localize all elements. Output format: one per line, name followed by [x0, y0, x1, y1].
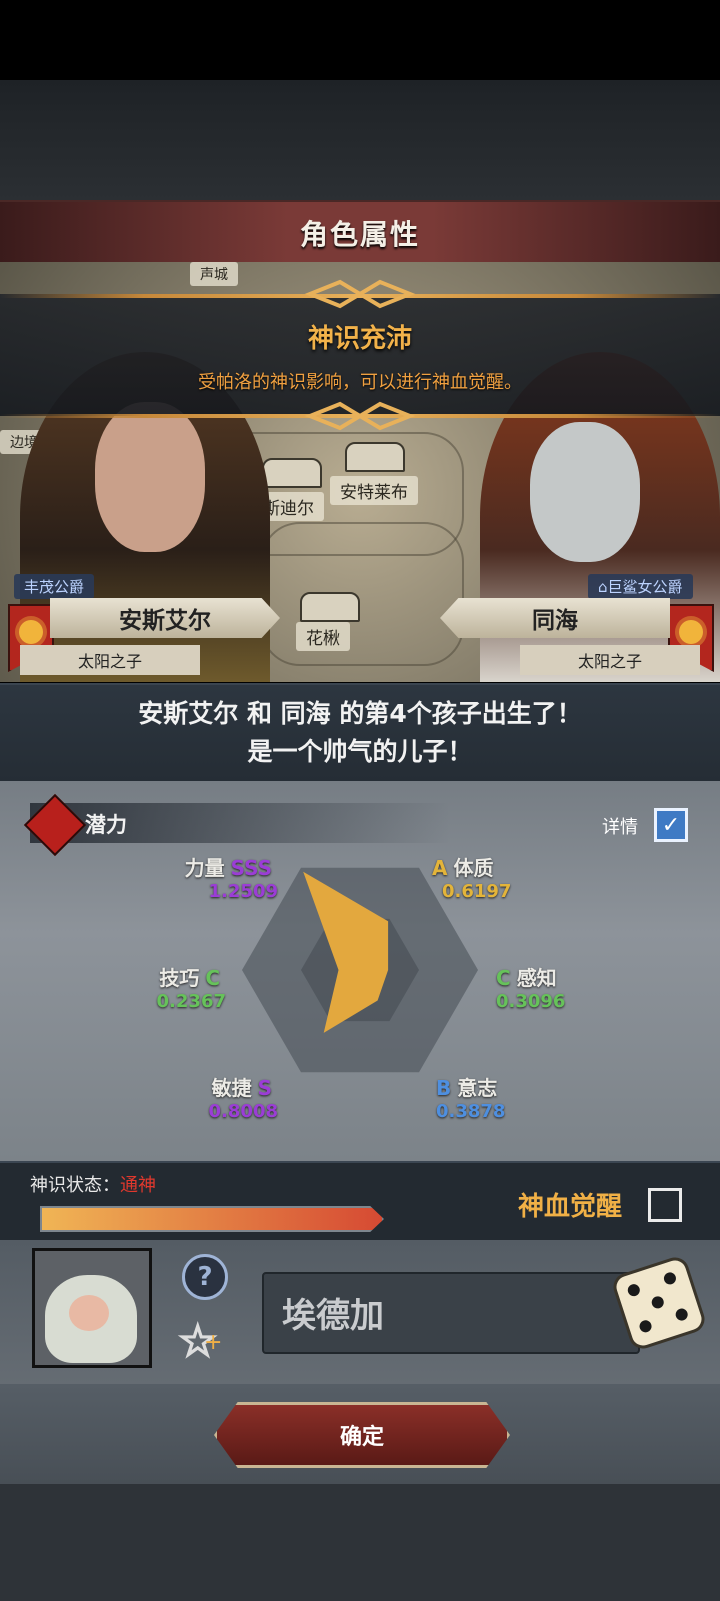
- dice-pip: [662, 1270, 678, 1286]
- map-label: 声城: [190, 262, 238, 286]
- banner-title: 神识充沛: [307, 324, 412, 354]
- map-label: 花楸: [296, 622, 350, 651]
- mother-name-plate: 同海: [440, 598, 670, 638]
- stat-perception: C 感知 0.3096: [496, 962, 565, 1012]
- plus-icon: +: [204, 1330, 223, 1355]
- dice-pip: [626, 1282, 642, 1298]
- stat-grade: B: [436, 1076, 452, 1100]
- crown-icon: ⌂: [598, 578, 608, 596]
- check-icon: ✓: [661, 812, 681, 838]
- dice-pip: [650, 1294, 666, 1310]
- stat-name: 力量: [184, 856, 225, 880]
- potential-label: 潜力: [85, 813, 127, 837]
- stat-strength: 力量 SSS 1.2509: [166, 852, 278, 902]
- mother-title: 太阳之子: [577, 652, 642, 671]
- confirm-label: 确定: [339, 1425, 384, 1450]
- child-portrait[interactable]: [32, 1248, 152, 1368]
- ornament-bottom-icon: [304, 401, 416, 431]
- stat-agility: 敏捷 S 0.8008: [166, 1072, 278, 1122]
- awaken-label: 神血觉醒: [518, 1192, 623, 1222]
- map-town: [345, 442, 405, 472]
- dice-pip: [637, 1318, 654, 1334]
- mother-title-plate: 太阳之子: [520, 645, 700, 675]
- title-bar: 角色属性: [0, 200, 720, 266]
- father-name-plate: 安斯艾尔: [50, 598, 280, 638]
- divine-status-label: 神识状态：: [30, 1175, 120, 1196]
- face-shape: [530, 422, 640, 562]
- stat-grade: SSS: [230, 856, 272, 880]
- stat-name: 敏捷: [211, 1076, 252, 1100]
- divine-status: 神识状态：通神: [30, 1171, 156, 1197]
- stat-value: 0.6197: [442, 881, 512, 902]
- stat-value: 0.3096: [496, 991, 566, 1012]
- face-shape: [95, 402, 205, 552]
- divine-progress-bar: [40, 1206, 384, 1232]
- stat-skill: 技巧 C 0.2367: [106, 962, 226, 1012]
- stat-will: B 意志 0.3878: [436, 1072, 505, 1122]
- banner-subtitle: 受帕洛的神识影响，可以进行神血觉醒。: [198, 372, 522, 393]
- stat-value: 0.8008: [208, 1101, 278, 1122]
- stat-grade: S: [257, 1076, 272, 1100]
- stat-value: 0.3878: [436, 1101, 506, 1122]
- map-town: [300, 592, 360, 622]
- confirm-button[interactable]: 确定: [214, 1402, 510, 1468]
- map-town: [262, 458, 322, 488]
- father-title-plate: 太阳之子: [20, 645, 200, 675]
- awaken-checkbox[interactable]: [648, 1188, 682, 1222]
- stat-name: 感知: [516, 966, 557, 990]
- dice-pip: [674, 1306, 690, 1323]
- stat-value: 0.2367: [156, 991, 226, 1012]
- stat-name: 技巧: [159, 966, 200, 990]
- announcement-line-2: 是一个帅气的儿子！: [247, 737, 473, 766]
- father-name: 安斯艾尔: [119, 608, 211, 634]
- birth-announcement: 安斯艾尔 和 同海 的第4个孩子出生了！ 是一个帅气的儿子！: [0, 683, 720, 783]
- mother-name: 同海: [532, 608, 578, 634]
- sun-emblem-icon: [19, 620, 43, 644]
- top-dark-area: [0, 80, 720, 200]
- divine-progress-fill: [42, 1208, 382, 1230]
- detail-checkbox[interactable]: ✓: [654, 808, 688, 842]
- notice-banner: [0, 294, 720, 416]
- stat-name: 意志: [457, 1076, 498, 1100]
- father-rank: 丰茂公爵: [14, 574, 95, 599]
- stat-grade: A: [432, 856, 448, 880]
- mother-rank: ⌂巨鲨女公爵: [588, 574, 693, 599]
- stat-constitution: A 体质 0.6197: [432, 852, 511, 902]
- page-title: 角色属性: [299, 218, 420, 251]
- star-plus-icon[interactable]: ☆ +: [177, 1315, 222, 1368]
- stat-grade: C: [496, 966, 511, 990]
- mother-rank-label: 巨鲨女公爵: [607, 578, 683, 596]
- map-road: [260, 522, 464, 666]
- child-name-input[interactable]: 埃德加: [262, 1272, 640, 1354]
- question-icon[interactable]: ?: [182, 1254, 228, 1300]
- announcement-line-1: 安斯艾尔 和 同海 的第4个孩子出生了！: [138, 699, 582, 728]
- baby-face-shape: [69, 1295, 109, 1331]
- divine-status-value: 通神: [120, 1175, 156, 1196]
- detail-label: 详情: [602, 817, 638, 838]
- map-label: 安特莱布: [330, 476, 418, 505]
- sun-emblem-icon: [679, 620, 703, 644]
- footer-area: [0, 1484, 720, 1601]
- father-title: 太阳之子: [77, 652, 142, 671]
- stat-value: 1.2509: [208, 881, 278, 902]
- stat-name: 体质: [453, 856, 494, 880]
- stat-grade: C: [205, 966, 220, 990]
- ornament-top-icon: [304, 279, 416, 309]
